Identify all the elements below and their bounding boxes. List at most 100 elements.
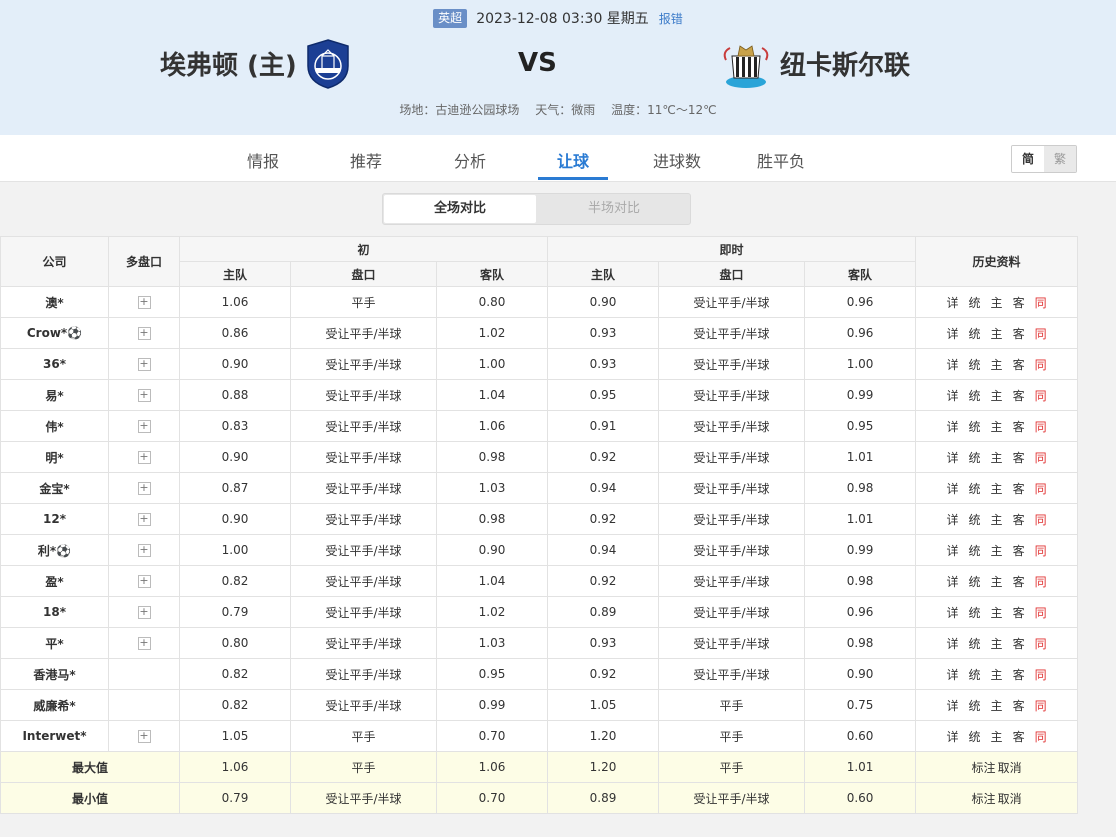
company-name[interactable]: 12* [0, 503, 109, 535]
detail-link[interactable]: 详 [947, 573, 959, 590]
stats-link[interactable]: 统 [969, 480, 981, 497]
detail-link[interactable]: 详 [947, 356, 959, 373]
detail-link[interactable]: 详 [947, 294, 959, 311]
same-link[interactable]: 同 [1035, 604, 1047, 621]
home-link[interactable]: 主 [991, 480, 1003, 497]
same-link[interactable]: 同 [1035, 294, 1047, 311]
expand-plus-icon[interactable]: + [137, 544, 151, 557]
away-link[interactable]: 客 [1013, 697, 1025, 714]
home-link[interactable]: 主 [991, 604, 1003, 621]
company-name[interactable]: 香港马* [0, 658, 109, 690]
away-link[interactable]: 客 [1013, 511, 1025, 528]
simplified-button[interactable]: 简 [1012, 146, 1044, 172]
company-name[interactable]: 易* [0, 379, 109, 411]
same-link[interactable]: 同 [1035, 573, 1047, 590]
away-link[interactable]: 客 [1013, 294, 1025, 311]
company-name[interactable]: 伟* [0, 410, 109, 442]
stats-link[interactable]: 统 [969, 697, 981, 714]
away-link[interactable]: 客 [1013, 480, 1025, 497]
detail-link[interactable]: 详 [947, 449, 959, 466]
stats-link[interactable]: 统 [969, 325, 981, 342]
company-name[interactable]: 澳* [0, 286, 109, 318]
detail-link[interactable]: 详 [947, 511, 959, 528]
expand-plus-icon[interactable]: + [137, 730, 151, 743]
home-link[interactable]: 主 [991, 325, 1003, 342]
away-link[interactable]: 客 [1013, 387, 1025, 404]
expand-plus-icon[interactable]: + [137, 451, 151, 464]
away-link[interactable]: 客 [1013, 728, 1025, 745]
tab-intel[interactable]: 情报 [245, 148, 281, 172]
same-link[interactable]: 同 [1035, 635, 1047, 652]
stats-link[interactable]: 统 [969, 604, 981, 621]
stats-link[interactable]: 统 [969, 418, 981, 435]
expand-plus-icon[interactable]: + [137, 575, 151, 588]
home-link[interactable]: 主 [991, 728, 1003, 745]
same-link[interactable]: 同 [1035, 666, 1047, 683]
home-link[interactable]: 主 [991, 294, 1003, 311]
home-team-name[interactable]: 埃弗顿 (主) [160, 45, 297, 82]
away-link[interactable]: 客 [1013, 604, 1025, 621]
home-link[interactable]: 主 [991, 573, 1003, 590]
company-name[interactable]: Interwet* [0, 720, 109, 752]
away-link[interactable]: 客 [1013, 356, 1025, 373]
home-link[interactable]: 主 [991, 542, 1003, 559]
home-link[interactable]: 主 [991, 449, 1003, 466]
detail-link[interactable]: 详 [947, 697, 959, 714]
same-link[interactable]: 同 [1035, 325, 1047, 342]
company-name[interactable]: 利*⚽ [0, 534, 109, 566]
same-link[interactable]: 同 [1035, 387, 1047, 404]
full-match-compare-button[interactable]: 全场对比 [384, 195, 536, 223]
company-name[interactable]: 金宝* [0, 472, 109, 504]
same-link[interactable]: 同 [1035, 449, 1047, 466]
detail-link[interactable]: 详 [947, 418, 959, 435]
expand-plus-icon[interactable]: + [137, 327, 151, 340]
stats-link[interactable]: 统 [969, 449, 981, 466]
detail-link[interactable]: 详 [947, 666, 959, 683]
stats-link[interactable]: 统 [969, 728, 981, 745]
home-link[interactable]: 主 [991, 635, 1003, 652]
cancel-button[interactable]: 取消 [998, 792, 1022, 806]
cancel-button[interactable]: 取消 [998, 761, 1022, 775]
home-link[interactable]: 主 [991, 697, 1003, 714]
detail-link[interactable]: 详 [947, 387, 959, 404]
traditional-button[interactable]: 繁 [1044, 146, 1076, 172]
away-link[interactable]: 客 [1013, 573, 1025, 590]
away-link[interactable]: 客 [1013, 666, 1025, 683]
detail-link[interactable]: 详 [947, 325, 959, 342]
same-link[interactable]: 同 [1035, 418, 1047, 435]
report-error-link[interactable]: 报错 [659, 12, 683, 26]
same-link[interactable]: 同 [1035, 480, 1047, 497]
stats-link[interactable]: 统 [969, 387, 981, 404]
same-link[interactable]: 同 [1035, 356, 1047, 373]
stats-link[interactable]: 统 [969, 542, 981, 559]
expand-plus-icon[interactable]: + [137, 296, 151, 309]
company-name[interactable]: 平* [0, 627, 109, 659]
away-link[interactable]: 客 [1013, 449, 1025, 466]
company-name[interactable]: 盈* [0, 565, 109, 597]
away-team-name[interactable]: 纽卡斯尔联 [780, 45, 910, 82]
same-link[interactable]: 同 [1035, 728, 1047, 745]
home-link[interactable]: 主 [991, 387, 1003, 404]
home-link[interactable]: 主 [991, 356, 1003, 373]
detail-link[interactable]: 详 [947, 728, 959, 745]
expand-plus-icon[interactable]: + [137, 637, 151, 650]
expand-plus-icon[interactable]: + [137, 606, 151, 619]
home-link[interactable]: 主 [991, 666, 1003, 683]
stats-link[interactable]: 统 [969, 573, 981, 590]
stats-link[interactable]: 统 [969, 511, 981, 528]
company-name[interactable]: Crow*⚽ [0, 317, 109, 349]
company-name[interactable]: 威廉希* [0, 689, 109, 721]
same-link[interactable]: 同 [1035, 542, 1047, 559]
detail-link[interactable]: 详 [947, 542, 959, 559]
detail-link[interactable]: 详 [947, 604, 959, 621]
expand-plus-icon[interactable]: + [137, 389, 151, 402]
mark-button[interactable]: 标注 [972, 792, 996, 806]
away-link[interactable]: 客 [1013, 418, 1025, 435]
company-name[interactable]: 36* [0, 348, 109, 380]
detail-link[interactable]: 详 [947, 480, 959, 497]
expand-plus-icon[interactable]: + [137, 420, 151, 433]
mark-button[interactable]: 标注 [972, 761, 996, 775]
away-link[interactable]: 客 [1013, 635, 1025, 652]
company-name[interactable]: 18* [0, 596, 109, 628]
half-match-compare-button[interactable]: 半场对比 [538, 195, 690, 223]
